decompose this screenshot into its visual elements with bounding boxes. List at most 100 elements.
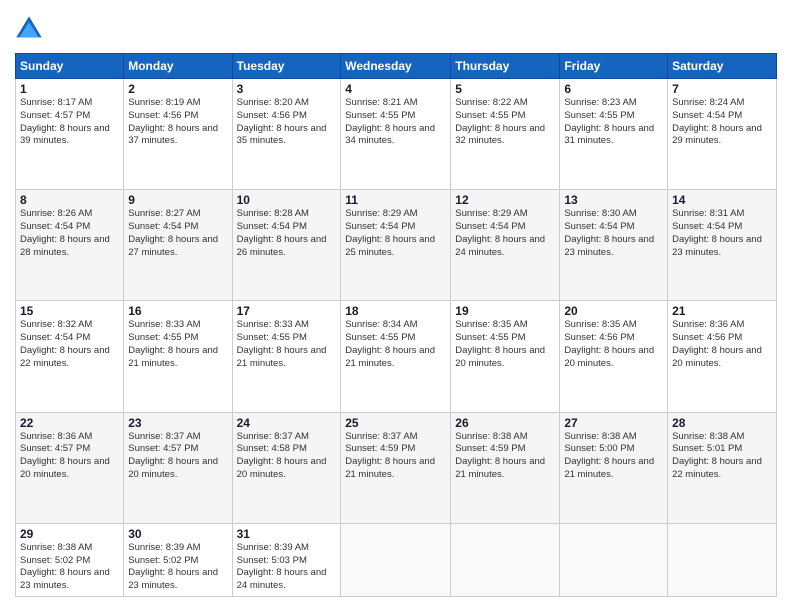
logo xyxy=(15,15,47,43)
day-info: Sunrise: 8:26 AM Sunset: 4:54 PM Dayligh… xyxy=(20,208,119,259)
weekday-header-row: SundayMondayTuesdayWednesdayThursdayFrid… xyxy=(16,54,777,79)
calendar-cell: 5 Sunrise: 8:22 AM Sunset: 4:55 PM Dayli… xyxy=(451,79,560,190)
day-number: 26 xyxy=(455,416,555,430)
calendar-cell: 4 Sunrise: 8:21 AM Sunset: 4:55 PM Dayli… xyxy=(341,79,451,190)
calendar-cell: 27 Sunrise: 8:38 AM Sunset: 5:00 PM Dayl… xyxy=(560,412,668,523)
day-info: Sunrise: 8:29 AM Sunset: 4:54 PM Dayligh… xyxy=(455,208,555,259)
day-info: Sunrise: 8:38 AM Sunset: 5:02 PM Dayligh… xyxy=(20,542,119,593)
week-row-4: 22 Sunrise: 8:36 AM Sunset: 4:57 PM Dayl… xyxy=(16,412,777,523)
calendar-cell: 6 Sunrise: 8:23 AM Sunset: 4:55 PM Dayli… xyxy=(560,79,668,190)
calendar-cell: 3 Sunrise: 8:20 AM Sunset: 4:56 PM Dayli… xyxy=(232,79,341,190)
day-number: 4 xyxy=(345,82,446,96)
day-info: Sunrise: 8:30 AM Sunset: 4:54 PM Dayligh… xyxy=(564,208,663,259)
day-info: Sunrise: 8:37 AM Sunset: 4:57 PM Dayligh… xyxy=(128,431,227,482)
calendar-cell: 20 Sunrise: 8:35 AM Sunset: 4:56 PM Dayl… xyxy=(560,301,668,412)
day-info: Sunrise: 8:22 AM Sunset: 4:55 PM Dayligh… xyxy=(455,97,555,148)
calendar-cell: 10 Sunrise: 8:28 AM Sunset: 4:54 PM Dayl… xyxy=(232,190,341,301)
day-number: 20 xyxy=(564,304,663,318)
calendar-cell: 29 Sunrise: 8:38 AM Sunset: 5:02 PM Dayl… xyxy=(16,523,124,596)
day-info: Sunrise: 8:36 AM Sunset: 4:56 PM Dayligh… xyxy=(672,319,772,370)
calendar-cell: 22 Sunrise: 8:36 AM Sunset: 4:57 PM Dayl… xyxy=(16,412,124,523)
day-info: Sunrise: 8:33 AM Sunset: 4:55 PM Dayligh… xyxy=(237,319,337,370)
day-info: Sunrise: 8:38 AM Sunset: 5:01 PM Dayligh… xyxy=(672,431,772,482)
day-number: 21 xyxy=(672,304,772,318)
weekday-header-sunday: Sunday xyxy=(16,54,124,79)
day-number: 27 xyxy=(564,416,663,430)
day-number: 1 xyxy=(20,82,119,96)
day-info: Sunrise: 8:38 AM Sunset: 4:59 PM Dayligh… xyxy=(455,431,555,482)
day-info: Sunrise: 8:39 AM Sunset: 5:02 PM Dayligh… xyxy=(128,542,227,593)
day-number: 30 xyxy=(128,527,227,541)
day-number: 22 xyxy=(20,416,119,430)
calendar-cell xyxy=(451,523,560,596)
day-number: 10 xyxy=(237,193,337,207)
calendar-cell: 11 Sunrise: 8:29 AM Sunset: 4:54 PM Dayl… xyxy=(341,190,451,301)
week-row-1: 1 Sunrise: 8:17 AM Sunset: 4:57 PM Dayli… xyxy=(16,79,777,190)
day-info: Sunrise: 8:32 AM Sunset: 4:54 PM Dayligh… xyxy=(20,319,119,370)
weekday-header-friday: Friday xyxy=(560,54,668,79)
calendar-cell: 8 Sunrise: 8:26 AM Sunset: 4:54 PM Dayli… xyxy=(16,190,124,301)
day-info: Sunrise: 8:37 AM Sunset: 4:58 PM Dayligh… xyxy=(237,431,337,482)
calendar-cell: 19 Sunrise: 8:35 AM Sunset: 4:55 PM Dayl… xyxy=(451,301,560,412)
day-info: Sunrise: 8:24 AM Sunset: 4:54 PM Dayligh… xyxy=(672,97,772,148)
day-number: 15 xyxy=(20,304,119,318)
calendar-cell: 15 Sunrise: 8:32 AM Sunset: 4:54 PM Dayl… xyxy=(16,301,124,412)
day-number: 14 xyxy=(672,193,772,207)
day-number: 8 xyxy=(20,193,119,207)
calendar-cell: 1 Sunrise: 8:17 AM Sunset: 4:57 PM Dayli… xyxy=(16,79,124,190)
calendar-cell: 30 Sunrise: 8:39 AM Sunset: 5:02 PM Dayl… xyxy=(124,523,232,596)
week-row-3: 15 Sunrise: 8:32 AM Sunset: 4:54 PM Dayl… xyxy=(16,301,777,412)
weekday-header-saturday: Saturday xyxy=(668,54,777,79)
day-info: Sunrise: 8:34 AM Sunset: 4:55 PM Dayligh… xyxy=(345,319,446,370)
week-row-5: 29 Sunrise: 8:38 AM Sunset: 5:02 PM Dayl… xyxy=(16,523,777,596)
weekday-header-monday: Monday xyxy=(124,54,232,79)
weekday-header-thursday: Thursday xyxy=(451,54,560,79)
day-number: 12 xyxy=(455,193,555,207)
day-info: Sunrise: 8:29 AM Sunset: 4:54 PM Dayligh… xyxy=(345,208,446,259)
weekday-header-wednesday: Wednesday xyxy=(341,54,451,79)
day-info: Sunrise: 8:38 AM Sunset: 5:00 PM Dayligh… xyxy=(564,431,663,482)
calendar-cell: 21 Sunrise: 8:36 AM Sunset: 4:56 PM Dayl… xyxy=(668,301,777,412)
day-info: Sunrise: 8:36 AM Sunset: 4:57 PM Dayligh… xyxy=(20,431,119,482)
week-row-2: 8 Sunrise: 8:26 AM Sunset: 4:54 PM Dayli… xyxy=(16,190,777,301)
day-number: 25 xyxy=(345,416,446,430)
calendar-cell: 26 Sunrise: 8:38 AM Sunset: 4:59 PM Dayl… xyxy=(451,412,560,523)
day-number: 6 xyxy=(564,82,663,96)
logo-icon xyxy=(15,15,43,43)
day-info: Sunrise: 8:33 AM Sunset: 4:55 PM Dayligh… xyxy=(128,319,227,370)
calendar-cell: 7 Sunrise: 8:24 AM Sunset: 4:54 PM Dayli… xyxy=(668,79,777,190)
calendar-cell: 23 Sunrise: 8:37 AM Sunset: 4:57 PM Dayl… xyxy=(124,412,232,523)
day-number: 18 xyxy=(345,304,446,318)
day-number: 29 xyxy=(20,527,119,541)
day-info: Sunrise: 8:27 AM Sunset: 4:54 PM Dayligh… xyxy=(128,208,227,259)
calendar-cell: 12 Sunrise: 8:29 AM Sunset: 4:54 PM Dayl… xyxy=(451,190,560,301)
calendar-cell: 31 Sunrise: 8:39 AM Sunset: 5:03 PM Dayl… xyxy=(232,523,341,596)
calendar-cell xyxy=(341,523,451,596)
day-info: Sunrise: 8:35 AM Sunset: 4:56 PM Dayligh… xyxy=(564,319,663,370)
day-number: 11 xyxy=(345,193,446,207)
calendar-cell xyxy=(668,523,777,596)
day-info: Sunrise: 8:35 AM Sunset: 4:55 PM Dayligh… xyxy=(455,319,555,370)
calendar-cell: 14 Sunrise: 8:31 AM Sunset: 4:54 PM Dayl… xyxy=(668,190,777,301)
calendar-cell: 28 Sunrise: 8:38 AM Sunset: 5:01 PM Dayl… xyxy=(668,412,777,523)
day-info: Sunrise: 8:19 AM Sunset: 4:56 PM Dayligh… xyxy=(128,97,227,148)
day-info: Sunrise: 8:39 AM Sunset: 5:03 PM Dayligh… xyxy=(237,542,337,593)
day-info: Sunrise: 8:37 AM Sunset: 4:59 PM Dayligh… xyxy=(345,431,446,482)
calendar-cell: 13 Sunrise: 8:30 AM Sunset: 4:54 PM Dayl… xyxy=(560,190,668,301)
day-number: 28 xyxy=(672,416,772,430)
day-number: 23 xyxy=(128,416,227,430)
calendar-cell: 24 Sunrise: 8:37 AM Sunset: 4:58 PM Dayl… xyxy=(232,412,341,523)
day-info: Sunrise: 8:28 AM Sunset: 4:54 PM Dayligh… xyxy=(237,208,337,259)
day-info: Sunrise: 8:21 AM Sunset: 4:55 PM Dayligh… xyxy=(345,97,446,148)
day-number: 5 xyxy=(455,82,555,96)
calendar-cell: 17 Sunrise: 8:33 AM Sunset: 4:55 PM Dayl… xyxy=(232,301,341,412)
day-info: Sunrise: 8:17 AM Sunset: 4:57 PM Dayligh… xyxy=(20,97,119,148)
calendar-cell xyxy=(560,523,668,596)
day-number: 2 xyxy=(128,82,227,96)
day-number: 13 xyxy=(564,193,663,207)
calendar-cell: 2 Sunrise: 8:19 AM Sunset: 4:56 PM Dayli… xyxy=(124,79,232,190)
day-number: 17 xyxy=(237,304,337,318)
day-info: Sunrise: 8:23 AM Sunset: 4:55 PM Dayligh… xyxy=(564,97,663,148)
day-info: Sunrise: 8:31 AM Sunset: 4:54 PM Dayligh… xyxy=(672,208,772,259)
header xyxy=(15,15,777,43)
